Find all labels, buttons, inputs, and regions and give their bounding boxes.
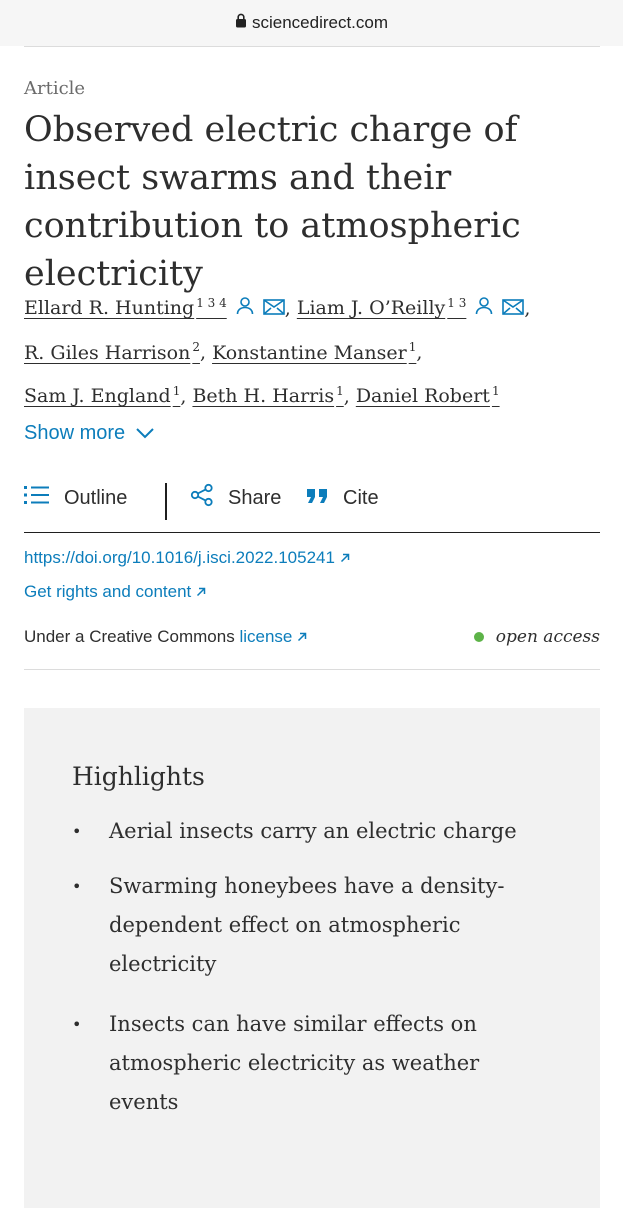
show-more-label: Show more (24, 422, 126, 444)
doi-link[interactable]: https://doi.org/10.1016/j.isci.2022.1052… (24, 548, 350, 568)
author-link[interactable]: Daniel Robert 1 (356, 384, 500, 407)
quote-icon (307, 487, 329, 510)
email-icon[interactable] (262, 290, 285, 328)
author-link[interactable]: Liam J. O’Reilly 1 3 (297, 296, 467, 319)
person-icon[interactable] (474, 290, 494, 328)
outline-label: Outline (64, 486, 128, 509)
open-access-badge: open access (473, 627, 600, 647)
show-more-button[interactable]: Show more (24, 422, 155, 445)
chevron-down-icon (135, 422, 155, 445)
rights-link[interactable]: Get rights and content (24, 582, 206, 602)
section-divider (24, 669, 600, 670)
list-icon (24, 485, 50, 511)
license-line: Under a Creative Commons license (24, 627, 307, 647)
article-type: Article (24, 78, 86, 99)
highlights-box: Highlights Aerial insects carry an elect… (24, 708, 600, 1208)
share-icon (190, 483, 214, 513)
share-label: Share (228, 486, 282, 509)
external-link-icon (340, 548, 350, 567)
toolbar-separator (165, 483, 167, 520)
author-link[interactable]: Sam J. England 1 (24, 384, 180, 407)
article-title: Observed electric charge of insect swarm… (24, 110, 521, 294)
author-link[interactable]: Ellard R. Hunting 1 3 4 (24, 296, 227, 319)
license-link[interactable]: license (239, 627, 307, 646)
highlights-title: Highlights (72, 762, 205, 791)
license-prefix: Under a Creative Commons (24, 627, 235, 646)
cite-button[interactable]: Cite (307, 476, 379, 520)
open-access-label: open access (495, 627, 600, 647)
cite-label: Cite (343, 486, 379, 509)
author-link[interactable]: Beth H. Harris 1 (192, 384, 343, 407)
outline-button[interactable]: Outline (24, 476, 127, 520)
external-link-icon (196, 582, 206, 601)
highlight-item: Insects can have similar effects on atmo… (72, 1005, 552, 1122)
author-list: Ellard R. Hunting 1 3 4, Liam J. O’Reilly… (24, 284, 614, 415)
share-button[interactable]: Share (190, 476, 281, 520)
highlight-item: Aerial insects carry an electric charge (72, 812, 552, 851)
article-toolbar: Outline Share Cite (24, 476, 600, 533)
person-icon[interactable] (235, 290, 255, 328)
open-access-dot-icon (473, 632, 484, 642)
browser-address-bar[interactable]: sciencedirect.com (0, 0, 623, 46)
browser-url: sciencedirect.com (251, 13, 389, 32)
email-icon[interactable] (502, 290, 525, 328)
author-link[interactable]: Konstantine Manser 1 (212, 340, 416, 363)
header-divider (24, 46, 600, 47)
highlights-list: Aerial insects carry an electric charge … (72, 812, 552, 1143)
lock-icon (235, 13, 247, 33)
external-link-icon (297, 627, 307, 646)
author-link[interactable]: R. Giles Harrison 2 (24, 340, 200, 363)
highlight-item: Swarming honeybees have a density-depend… (72, 867, 552, 984)
